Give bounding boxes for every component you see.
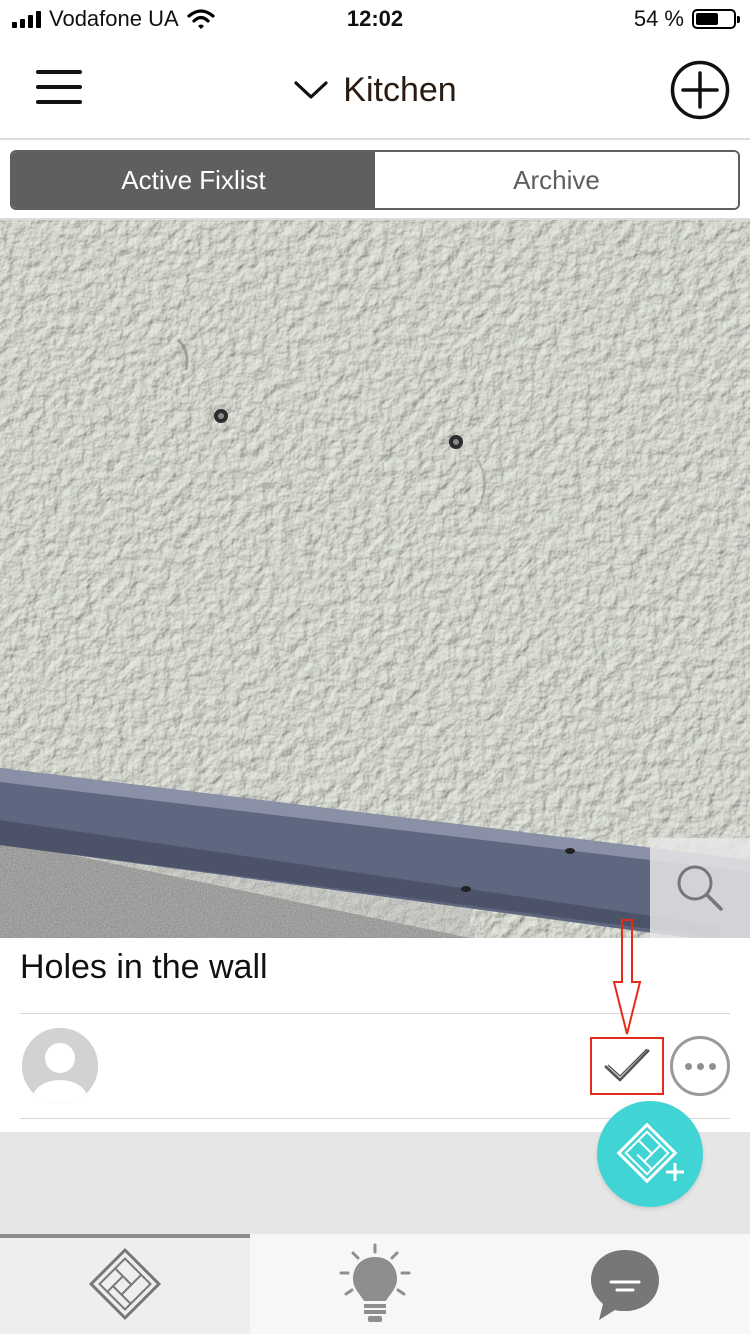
annotation-arrow <box>612 919 642 1035</box>
floorplan-icon <box>88 1247 162 1321</box>
resolve-button[interactable] <box>590 1037 664 1095</box>
user-avatar-icon[interactable] <box>22 1028 98 1104</box>
floorplan-add-icon <box>616 1122 684 1184</box>
header: Kitchen <box>0 42 750 140</box>
tab-active-fixlist[interactable]: Active Fixlist <box>12 152 375 208</box>
lightbulb-icon <box>339 1243 411 1322</box>
add-floorplan-button[interactable] <box>597 1101 703 1207</box>
page-title: Kitchen <box>343 70 457 109</box>
location-selector[interactable]: Kitchen <box>0 42 750 138</box>
fixlist-tabs: Active Fixlist Archive <box>10 150 740 210</box>
tab-tips[interactable] <box>250 1234 500 1334</box>
wall-photo-image <box>0 220 750 938</box>
magnifier-icon <box>677 865 723 911</box>
checkmark-icon <box>604 1048 650 1082</box>
tab-chat[interactable] <box>500 1234 750 1334</box>
ellipsis-icon <box>684 1062 692 1070</box>
chevron-down-icon <box>294 81 328 99</box>
plus-circle-icon[interactable] <box>670 60 730 120</box>
tab-archive[interactable]: Archive <box>375 152 738 208</box>
status-right: 54 % <box>633 6 740 32</box>
status-bar: Vodafone UA 12:02 54 % <box>0 0 750 42</box>
bottom-tab-bar <box>0 1234 750 1334</box>
issue-photo[interactable] <box>0 220 750 938</box>
more-options-button[interactable] <box>670 1036 730 1096</box>
zoom-button[interactable] <box>650 838 750 938</box>
battery-icon <box>692 9 740 29</box>
tab-floorplan[interactable] <box>0 1234 250 1334</box>
battery-percent: 54 % <box>633 6 684 31</box>
issue-title[interactable]: Holes in the wall <box>20 948 268 987</box>
chat-bubble-icon <box>591 1250 659 1320</box>
